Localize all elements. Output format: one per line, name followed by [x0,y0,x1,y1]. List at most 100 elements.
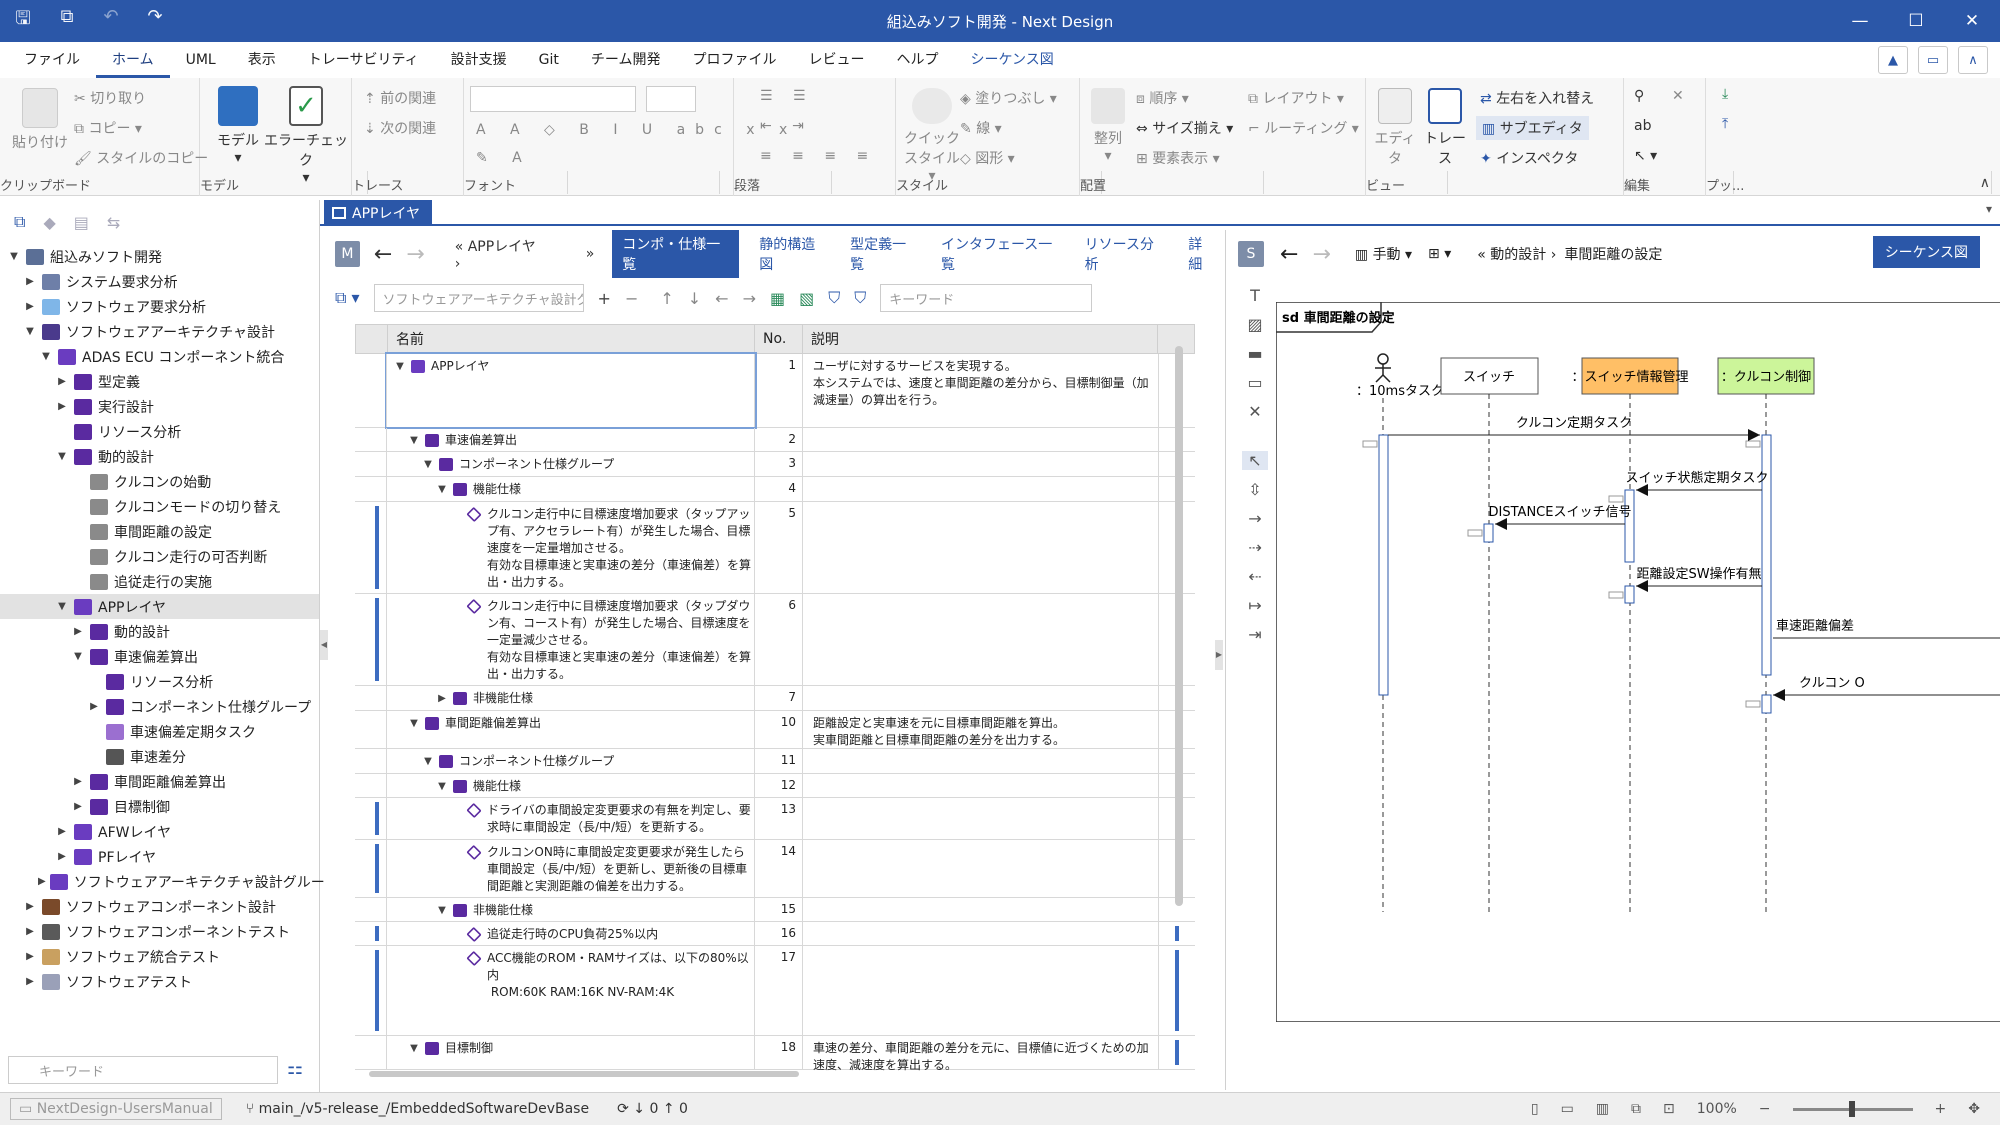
cell-no[interactable]: 1 [755,354,803,427]
expand-arrow-icon[interactable]: ▶ [22,276,38,287]
cell-no[interactable]: 17 [755,946,803,1035]
cell-desc[interactable]: 車速の差分、車間距離の差分を元に、目標値に近づくための加速度、減速度を算出する。 [803,1036,1159,1072]
insert-column-icon[interactable]: ▦ [770,289,785,308]
cell-no[interactable]: 12 [755,774,803,797]
tree-item[interactable]: ▶ 実行設計 [0,394,319,419]
cell-desc[interactable] [803,749,1159,773]
cell-name[interactable]: ドライバの車間設定変更要求の有無を判定し、要求時に車間設定（長/中/短）を更新す… [387,798,755,839]
import-icon[interactable]: ⤓ [1722,86,1728,102]
ribbon-collapse-icon[interactable]: ∧ [1980,175,1990,191]
swap-left-right-button[interactable]: ⇄ 左右を入れ替え [1480,88,1594,108]
cell-desc[interactable] [803,922,1159,945]
cell-no[interactable]: 2 [755,428,803,451]
maximize-button[interactable]: ☐ [1888,0,1944,42]
tree-item[interactable]: ▶ ソフトウェアテスト [0,969,319,994]
table-row[interactable]: ACC機能のROM・RAMサイズは、以下の80%以内 ROM:60K RAM:1… [355,946,1195,1036]
grid-vertical-scrollbar[interactable] [1172,324,1186,1092]
delete-icon[interactable]: ✕ [1672,88,1684,104]
redo-icon[interactable]: ↷ [144,6,166,36]
tree-item[interactable]: ▼ 動的設計 [0,444,319,469]
tree-item[interactable]: ▶ ソフトウェア要求分析 [0,294,319,319]
find-icon[interactable]: ⚲ [1634,88,1644,104]
tree-item[interactable]: ▼ ソフトウェアアーキテクチャ設計 [0,319,319,344]
view-tab-details[interactable]: 詳細 [1188,234,1215,274]
export-grid-icon[interactable]: ▧ [799,289,814,308]
pointer-tool-icon[interactable]: ↖ [1242,451,1268,470]
menu-traceability[interactable]: トレーサビリティ [292,42,435,78]
line-button[interactable]: ✎ 線 ▾ [960,118,1002,138]
move-up-icon[interactable]: ↑ [660,289,673,308]
row-toggle-icon[interactable]: ▼ [435,484,449,495]
column-desc[interactable]: 説明 [803,325,1159,353]
layout-horizontal-icon[interactable]: ▭ [1561,1101,1574,1117]
cell-name[interactable]: ▼ APPレイヤ [385,352,757,429]
collapse-arrow-icon[interactable]: ▼ [54,451,70,462]
cell-desc[interactable] [803,452,1159,476]
tree-item[interactable]: クルコンの始動 [0,469,319,494]
cell-desc[interactable] [803,502,1159,593]
cell-desc[interactable]: ユーザに対するサービスを実現する。 本システムでは、速度と車間距離の差分から、目… [803,354,1159,427]
expand-arrow-icon[interactable]: ▶ [22,901,38,912]
collapse-arrow-icon[interactable]: ▼ [54,601,70,612]
cell-name[interactable]: クルコン走行中に目標速度増加要求（タップアップ有、アクセラレート有）が発生した場… [387,502,755,593]
lifeline-switch[interactable]: スイッチ [1440,357,1539,395]
activation-cruise-2[interactable] [1761,694,1772,714]
routing-button[interactable]: ⌐ ルーティング ▾ [1248,118,1359,138]
fill-button[interactable]: ◈ 塗りつぶし ▾ [960,88,1057,108]
back-arrow-icon[interactable]: ← [374,242,392,267]
expand-arrow-icon[interactable]: ▶ [54,401,70,412]
cell-name[interactable]: ▶ 非機能仕様 [387,686,755,710]
close-button[interactable]: ✕ [1944,0,2000,42]
tree-item[interactable]: 車速偏差定期タスク [0,719,319,744]
copy-button[interactable]: ⧉ コピー ▾ [74,118,142,138]
tree-item[interactable]: クルコン走行の可否判断 [0,544,319,569]
collapse-arrow-icon[interactable]: ▼ [38,351,54,362]
cell-name[interactable]: ACC機能のROM・RAMサイズは、以下の80%以内 ROM:60K RAM:1… [387,946,755,1035]
tree-item[interactable]: ▶ 型定義 [0,369,319,394]
menu-profile[interactable]: プロファイル [676,42,792,78]
expand-arrow-icon[interactable]: ▶ [70,626,86,637]
cell-no[interactable]: 4 [755,477,803,501]
cell-no[interactable]: 10 [755,711,803,748]
activation-switch-info-1[interactable] [1624,489,1635,563]
tree-item[interactable]: ▼ ADAS ECU コンポーネント統合 [0,344,319,369]
font-family-select[interactable] [470,86,636,112]
row-toggle-icon[interactable]: ▼ [407,435,421,446]
pan-icon[interactable]: ✥ [1968,1101,1980,1117]
menu-uml[interactable]: UML [170,42,232,78]
element-display-button[interactable]: ⊞ 要素表示 ▾ [1136,148,1220,168]
manual-layout-dropdown[interactable]: ▥ 手動 ▾ [1355,244,1412,264]
shape-button[interactable]: ◇ 図形 ▾ [960,148,1015,168]
table-row[interactable]: ▼ 車間距離偏差算出 10 距離設定と実車速を元に目標車間距離を算出。 実車間距離と目… [355,711,1195,749]
status-sync[interactable]: ⟳ ↓ 0 ↑ 0 [617,1101,688,1117]
add-icon[interactable]: + [598,289,611,308]
list-buttons[interactable]: ☰ ☰ [760,88,814,104]
cell-no[interactable]: 18 [755,1036,803,1069]
table-row[interactable]: ▼ 目標制御 18 車速の差分、車間距離の差分を元に、目標値に近づくための加速度、減速… [355,1036,1195,1072]
cell-name[interactable]: クルコン走行中に目標速度増加要求（タップダウン有、コースト有）が発生した場合、目… [387,594,755,685]
remove-icon[interactable]: − [625,289,638,308]
cell-name[interactable]: ▼ 機能仕様 [387,477,755,501]
menu-help[interactable]: ヘルプ [880,42,954,78]
tree-item[interactable]: ▶ ソフトウェアコンポーネント設計 [0,894,319,919]
lost-message-tool-icon[interactable]: ⇥ [1248,625,1261,644]
fit-icon[interactable]: ⊡ [1663,1101,1675,1117]
tree-item[interactable]: ▼ 車速偏差算出 [0,644,319,669]
row-toggle-icon[interactable]: ▼ [435,781,449,792]
move-left-icon[interactable]: ← [715,289,728,308]
expand-arrow-icon[interactable]: ▶ [70,801,86,812]
replace-icon[interactable]: ab [1634,118,1651,134]
table-row[interactable]: ▼ 機能仕様 4 [355,477,1195,502]
menu-team[interactable]: チーム開発 [575,42,677,78]
layout-vertical-icon[interactable]: ▥ [1596,1101,1609,1117]
activation-switch-info-2[interactable] [1624,585,1635,604]
cell-name[interactable]: ▼ 車間距離偏差算出 [387,711,755,748]
paste-button[interactable]: 貼り付け [10,88,70,152]
view-tab-type-definitions[interactable]: 型定義一覧 [850,234,917,274]
grid-horizontal-scrollbar[interactable] [355,1068,1155,1080]
expand-arrow-icon[interactable]: ▶ [86,701,102,712]
indent-buttons[interactable]: ⇤ ⇥ [760,118,812,134]
cell-no[interactable]: 7 [755,686,803,710]
move-down-icon[interactable]: ↓ [688,289,701,308]
reply-message-tool-icon[interactable]: ⇠ [1248,567,1261,586]
